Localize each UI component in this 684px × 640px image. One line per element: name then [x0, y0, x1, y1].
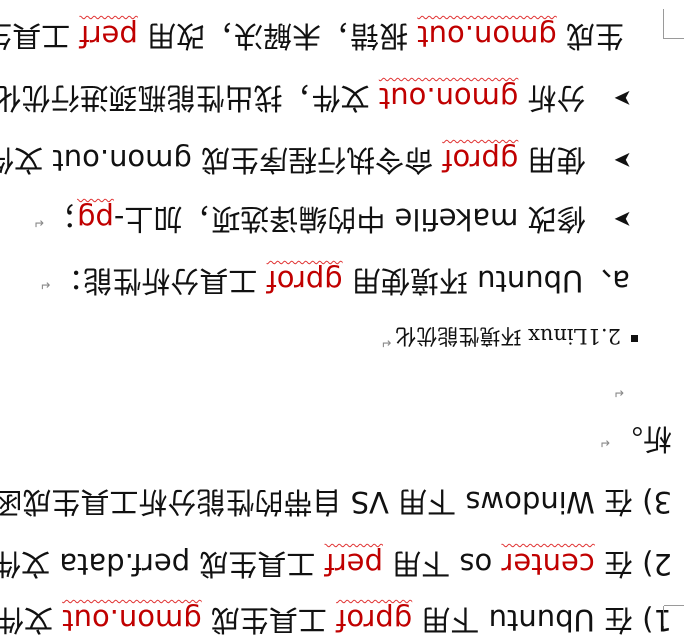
line-11-term-perf: perf	[79, 19, 138, 53]
line-11-suffix: 工具生成	[0, 19, 71, 53]
list-item-2-term-gprof: gprof	[442, 143, 519, 177]
section-heading: 2.1Linux 环境性能优化↵	[380, 316, 638, 362]
line-1-prefix: 1) 在 Ubuntu 下用	[412, 603, 672, 637]
text-line-7: a、Ubuntu 环境使用 gprof 工具分析性能：↵	[39, 261, 630, 304]
text-line-3: 3) 在 Windows 下用 VS 自带的性能分析工具生成函	[0, 482, 672, 522]
line-11-mid: 报错，未解决，改用	[137, 19, 418, 53]
line-4-text: 析。	[613, 422, 672, 456]
text-line-4: 析。↵	[599, 419, 672, 462]
line-7-term-gprof: gprof	[266, 264, 343, 298]
text-line-2: 2) 在 center os 下用 perf 工具生成 perf.data 文件	[0, 544, 672, 584]
line-1-suffix: 文件	[0, 603, 63, 637]
line-2-term-perf: perf	[324, 547, 383, 581]
line-2-term-center: center	[501, 547, 595, 581]
text-line-11: 生成 gmon.out 报错，未解决，改用 perf 工具生成	[0, 16, 624, 56]
list-item-2-suffix: 命令执行程序生成 gmon.out 文件；	[0, 143, 443, 177]
crop-mark	[664, 605, 684, 606]
line-2-suffix: 工具生成 perf.data 文件	[0, 547, 325, 581]
line-1-mid: 工具生成	[201, 603, 337, 637]
rotated-document: 1) 在 Ubuntu 下用 gprof 工具生成 gmon.out 文件 2)…	[0, 0, 684, 640]
paragraph-mark: ↵	[380, 335, 392, 350]
arrow-bullet-icon: ➤	[613, 147, 632, 172]
arrow-bullet-icon: ➤	[613, 85, 632, 110]
text-line-5-empty: ↵	[613, 369, 628, 412]
list-item-1-term-pg: pg	[77, 202, 114, 236]
crop-mark	[663, 606, 664, 626]
document-page: 1) 在 Ubuntu 下用 gprof 工具生成 gmon.out 文件 2)…	[0, 0, 684, 640]
paragraph-mark: ↵	[33, 215, 45, 230]
line-3-text: 3) 在 Windows 下用 VS 自带的性能分析工具生成函	[0, 485, 672, 519]
list-item-3-prefix: 分析	[518, 81, 586, 115]
list-item-3-term-gmon: gmon.out	[378, 81, 519, 115]
list-item-1: ➤ 修改 makefile 中的编译选项，加上-pg；↵	[33, 198, 632, 242]
list-item-1-suffix: ；	[48, 202, 78, 236]
arrow-bullet-icon: ➤	[613, 206, 632, 231]
square-bullet-icon	[631, 335, 638, 342]
crop-mark	[663, 9, 664, 39]
line-11-term-gmon: gmon.out	[417, 19, 557, 53]
paragraph-mark: ↵	[613, 385, 624, 400]
crop-mark	[664, 38, 684, 39]
paragraph-mark: ↵	[39, 277, 51, 292]
line-11-prefix: 生成	[556, 19, 624, 53]
heading-text: 2.1Linux 环境性能优化	[395, 324, 621, 348]
text-line-1: 1) 在 Ubuntu 下用 gprof 工具生成 gmon.out 文件	[0, 600, 672, 640]
list-item-2-prefix: 使用	[518, 143, 586, 177]
list-item-3-suffix: 文件，找出性能瓶颈进行优化。	[0, 81, 379, 115]
line-2-prefix: 2) 在	[594, 547, 672, 581]
line-1-term-gmon: gmon.out	[62, 603, 202, 637]
list-item-3: ➤ 分析 gmon.out 文件，找出性能瓶颈进行优化。	[0, 77, 632, 118]
paragraph-mark: ↵	[599, 435, 610, 450]
line-1-term-gprof: gprof	[336, 603, 413, 637]
line-2-mid: os 下用	[382, 547, 502, 581]
list-item-2: ➤ 使用 gprof 命令执行程序生成 gmon.out 文件；	[0, 139, 632, 180]
list-item-1-prefix: 修改 makefile 中的编译选项，加上-	[113, 202, 586, 236]
line-7-suffix: 工具分析性能：	[54, 264, 267, 298]
line-7-prefix: a、Ubuntu 环境使用	[342, 264, 630, 298]
